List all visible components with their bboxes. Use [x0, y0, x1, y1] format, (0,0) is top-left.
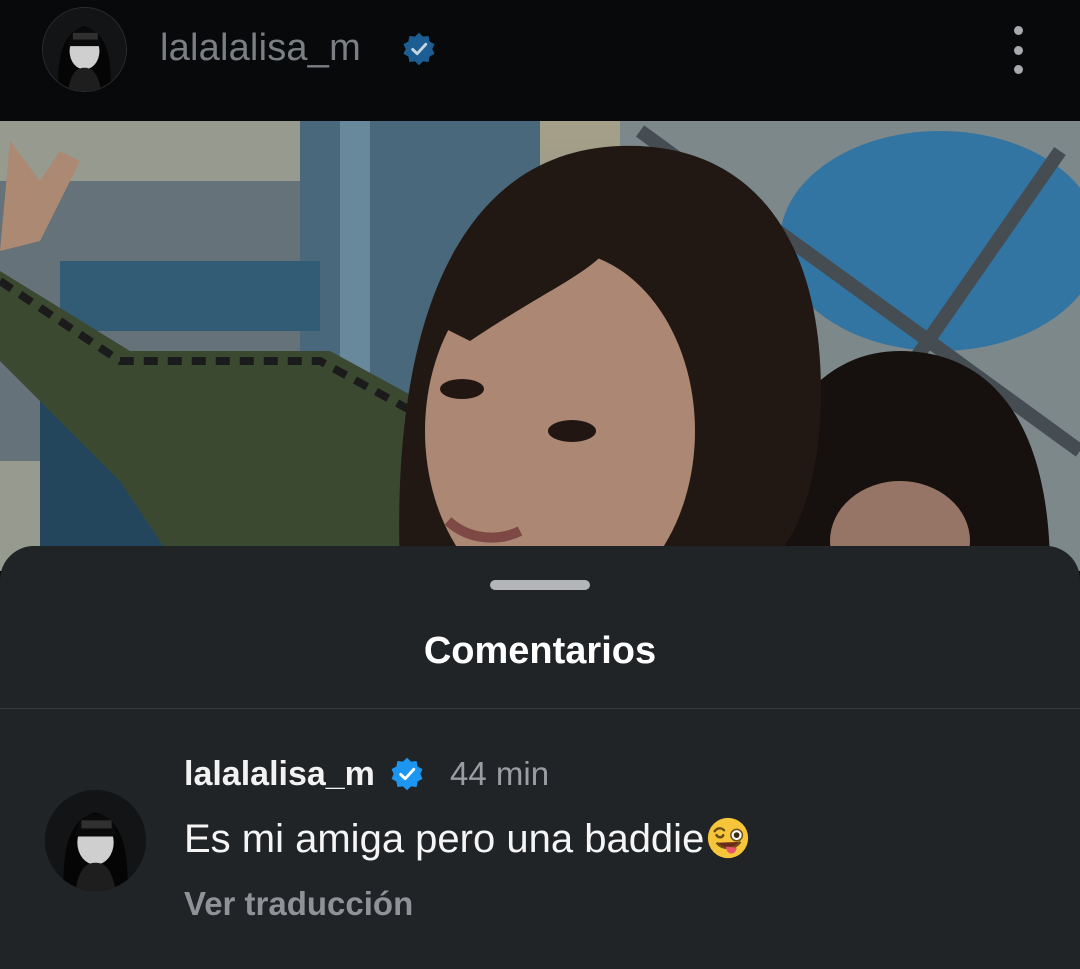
comment-avatar[interactable] [45, 790, 146, 891]
comment-text: Es mi amiga pero una baddie [184, 814, 751, 864]
comments-sheet: Comentarios lalalalisa_m 44 min Es mi am… [0, 546, 1080, 969]
header-username[interactable]: lalalalisa_m [160, 26, 361, 70]
profile-avatar[interactable] [42, 7, 127, 92]
more-options-icon[interactable] [998, 22, 1038, 78]
comment-timestamp: 44 min [450, 755, 550, 792]
comments-title: Comentarios [423, 630, 657, 672]
post-photo [0, 121, 1080, 571]
see-translation-link[interactable]: Ver traducción [184, 882, 413, 926]
verified-badge-icon [391, 757, 423, 791]
comment-body: Es mi amiga pero una baddie [184, 817, 705, 861]
post-header: lalalalisa_m [0, 0, 1080, 121]
comment-username[interactable]: lalalalisa_m [184, 752, 375, 796]
sheet-drag-handle[interactable] [490, 580, 590, 590]
verified-badge-icon [403, 32, 435, 66]
winking-face-with-tongue-icon [708, 817, 749, 859]
divider [0, 708, 1080, 709]
